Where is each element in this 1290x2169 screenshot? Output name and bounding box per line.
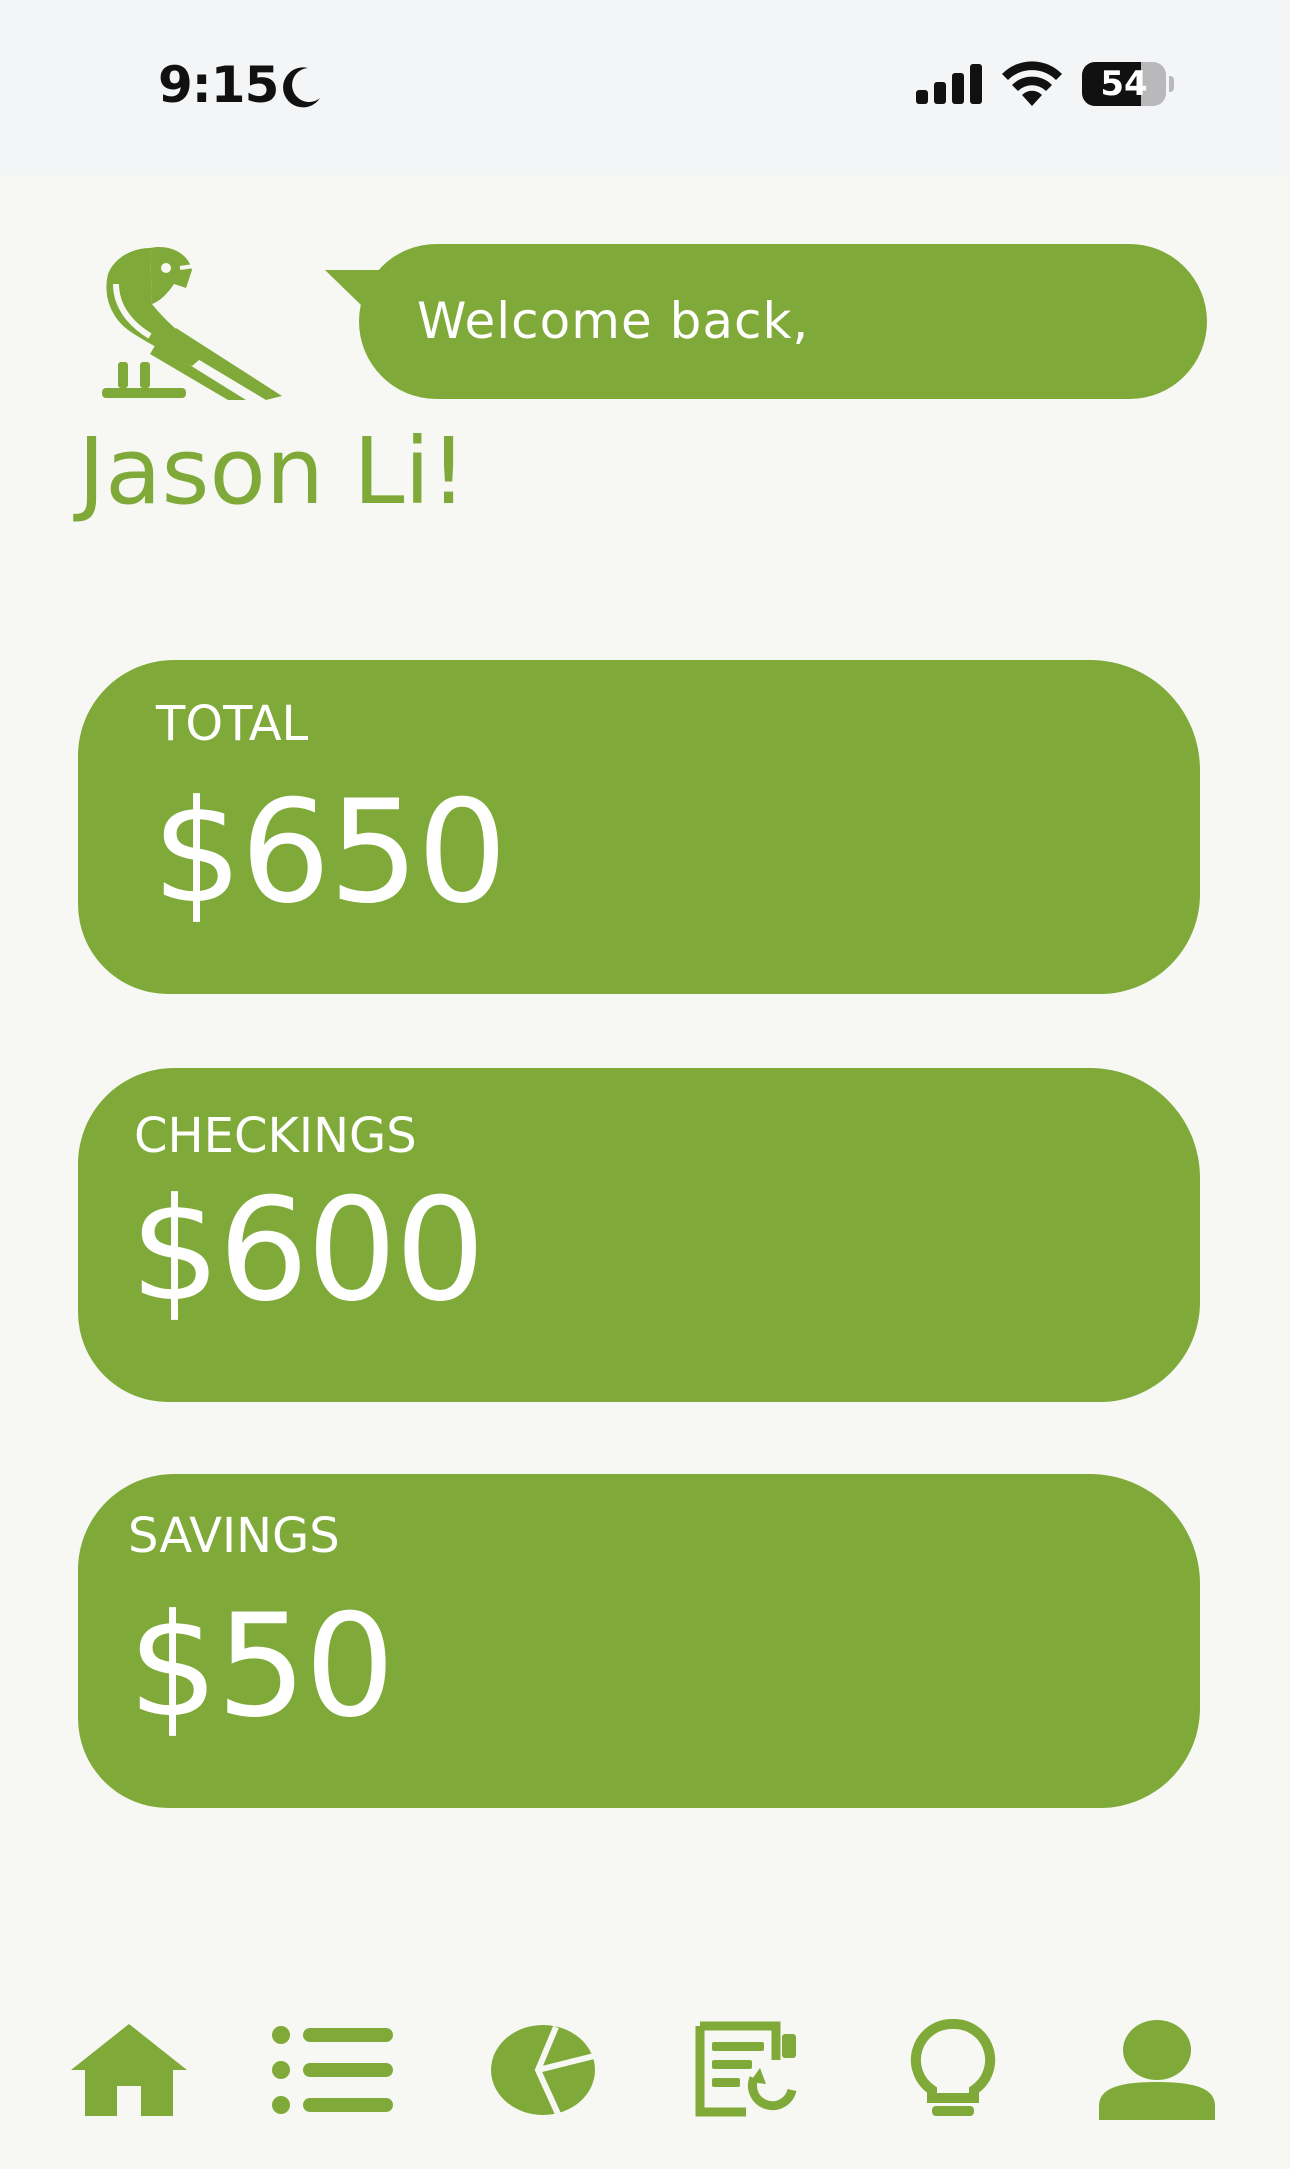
- moon-icon: [283, 67, 320, 108]
- card-amount: $650: [152, 770, 507, 935]
- card-amount: $50: [128, 1584, 395, 1749]
- battery-tip: [1169, 76, 1174, 92]
- user-name: Jason Li!: [78, 418, 467, 525]
- nav-home[interactable]: [64, 2010, 194, 2130]
- nav-budget-chart[interactable]: [478, 2010, 608, 2130]
- nav-profile[interactable]: [1092, 2010, 1222, 2130]
- savings-balance-card[interactable]: SAVINGS $50: [78, 1474, 1200, 1808]
- list-icon: [272, 2026, 393, 2114]
- nav-reports[interactable]: [682, 2010, 812, 2130]
- pie-chart-icon: [491, 2025, 595, 2116]
- wifi-icon: [1002, 61, 1062, 106]
- status-bar: 9:15 54: [0, 0, 1290, 175]
- battery-level: 54: [1100, 64, 1148, 104]
- home-icon: [71, 2024, 187, 2116]
- battery-icon: 54: [1082, 62, 1174, 106]
- status-time: 9:15: [158, 56, 279, 114]
- card-amount: $600: [130, 1168, 485, 1333]
- cellular-signal-icon: [916, 64, 982, 104]
- bottom-nav: [0, 2010, 1290, 2130]
- nav-transactions[interactable]: [268, 2010, 398, 2130]
- profile-icon: [1099, 2020, 1215, 2120]
- card-label: TOTAL: [156, 696, 309, 752]
- nav-tips[interactable]: [888, 2010, 1018, 2130]
- welcome-speech-bubble: Welcome back,: [325, 244, 1207, 399]
- total-balance-card[interactable]: TOTAL $650: [78, 660, 1200, 994]
- welcome-text: Welcome back,: [417, 292, 810, 350]
- parrot-icon: [102, 246, 282, 400]
- lightbulb-icon: [910, 2018, 996, 2116]
- report-icon: [695, 2021, 797, 2117]
- card-label: SAVINGS: [128, 1508, 340, 1564]
- checkings-balance-card[interactable]: CHECKINGS $600: [78, 1068, 1200, 1402]
- card-label: CHECKINGS: [134, 1108, 417, 1164]
